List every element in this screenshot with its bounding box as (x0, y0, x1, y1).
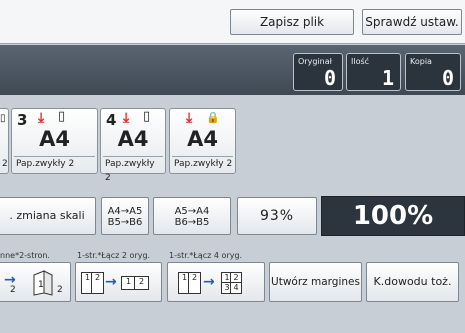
tray-empty-arrow-icon: ⤓ (38, 110, 45, 126)
reduce-a4-a5-button[interactable]: A4→A5 B5→B6 (101, 197, 149, 235)
tray-2-paper-type: 2 (2, 159, 8, 169)
copy-counter-label: Kopia (410, 57, 432, 66)
arrow-right-icon: → (203, 274, 215, 290)
combine-4-label: 1-str.*Łącz 4 oryg. (169, 251, 243, 260)
paper-size: A4 (39, 127, 70, 151)
paper-size: A4 (187, 127, 218, 151)
lock-icon: 🔒 (206, 111, 220, 124)
page-2: 2 (91, 272, 104, 294)
duplex-small-number-2: 2 (57, 285, 63, 295)
combine-2-label: 1-str.*Łącz 2 oryg. (77, 251, 151, 260)
paper-tray-4[interactable]: 4 ⤓ ▯ A4 Pap.zwykły 2 (100, 108, 166, 183)
bypass-arrow-icon: ⤓ (186, 110, 193, 126)
combine-4-button[interactable]: 1 2 → 1 2 3 4 (167, 262, 265, 302)
quantity-counter: Ilość 1 (346, 53, 401, 91)
reduce-b5-b6-label: B5→B6 (107, 217, 143, 228)
create-margin-button[interactable]: Utwórz margines (269, 262, 362, 302)
id-card-copy-button[interactable]: K.dowodu toż. (366, 262, 459, 302)
page-4-combined: 4 (230, 282, 242, 294)
check-settings-button[interactable]: Sprawdź ustaw. (362, 9, 462, 35)
paper-type: Pap.zwykły 2 (172, 156, 233, 171)
duplex-small-number: 2 (10, 285, 16, 295)
reduce-a4-a5-label: A4→A5 (107, 206, 143, 217)
zoom-100-button[interactable]: 100% (321, 196, 465, 236)
copy-counter: Kopia 0 (405, 53, 461, 91)
original-counter-label: Oryginał (298, 57, 332, 66)
save-file-button[interactable]: Zapisz plik (230, 9, 354, 35)
paper-type: Pap.zwykły 2 (103, 156, 163, 183)
paper-icon: ▯ (143, 109, 151, 124)
quantity-counter-value: 1 (381, 66, 394, 90)
combine-2-button[interactable]: 1 2 → 1 2 (75, 262, 162, 302)
arrow-right-icon: → (105, 274, 117, 290)
tray-empty-arrow-icon: ⤓ (123, 110, 130, 126)
paper-tray-2[interactable]: ▯ 2 (0, 108, 9, 174)
paper-size: A4 (117, 127, 149, 151)
paper-tray-3[interactable]: 3 ⤓ ▯ A4 Pap.zwykły 2 (11, 108, 98, 174)
original-counter: Oryginał 0 (293, 53, 343, 91)
quantity-counter-label: Ilość (351, 57, 370, 66)
svg-text:1: 1 (38, 280, 44, 290)
scale-change-button[interactable]: . zmiana skali (0, 197, 96, 235)
page-2-combined: 2 (134, 276, 149, 290)
paper-icon: ▯ (0, 113, 6, 124)
paper-type: Pap.zwykły 2 (14, 156, 95, 171)
enlarge-a5-a4-button[interactable]: A5→A4 B6→B5 (153, 197, 231, 235)
copy-counter-value: 0 (441, 66, 454, 90)
enlarge-b6-b5-label: B6→B5 (174, 217, 210, 228)
paper-icon: ▯ (58, 109, 66, 124)
duplex-page-icon: 1 (33, 270, 53, 296)
page-2: 2 (188, 272, 201, 294)
paper-tray-bypass[interactable]: ⤓ 🔒 A4 Pap.zwykły 2 (169, 108, 236, 174)
enlarge-a5-a4-label: A5→A4 (174, 206, 210, 217)
zoom-93-button[interactable]: 93% (237, 197, 317, 235)
duplex-button[interactable]: → 2 1 2 (0, 262, 71, 302)
original-counter-value: 0 (323, 66, 336, 90)
duplex-label: nne*2-stron. (0, 251, 50, 260)
